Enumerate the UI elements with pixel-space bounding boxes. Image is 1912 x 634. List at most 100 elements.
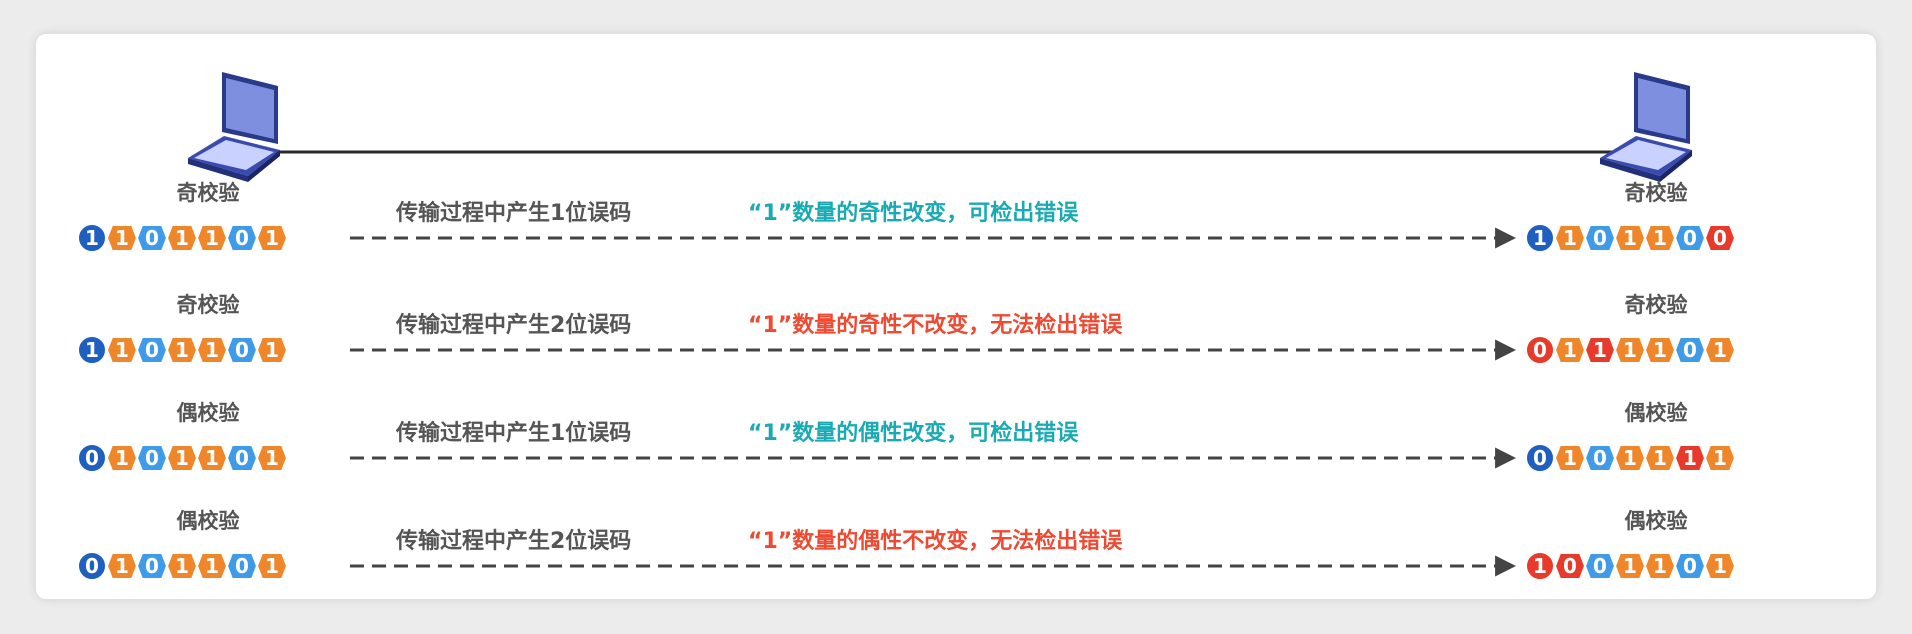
received-bit: 1 bbox=[1643, 444, 1677, 472]
sent-bit: 0 bbox=[135, 444, 169, 472]
sent-bit: 0 bbox=[225, 552, 259, 580]
sent-bit-value: 0 bbox=[145, 446, 159, 470]
sent-bit: 1 bbox=[195, 336, 229, 364]
received-bit: 0 bbox=[1583, 552, 1617, 580]
received-bit: 0 bbox=[1583, 224, 1617, 252]
received-bit: 1 bbox=[1643, 336, 1677, 364]
sent-bit: 1 bbox=[255, 552, 289, 580]
parity-row: 奇校验 奇校验传输过程中产生2位误码 “1”数量的奇性不改变，无法检出错误1 1 0 1 1… bbox=[77, 293, 1737, 365]
received-bit-value: 1 bbox=[1563, 338, 1577, 362]
sent-bit: 1 bbox=[165, 224, 199, 252]
received-bit: 1 bbox=[1553, 224, 1587, 252]
sent-bit-value: 0 bbox=[85, 446, 99, 470]
sent-bit-value: 1 bbox=[265, 338, 279, 362]
received-bit-value: 1 bbox=[1623, 226, 1637, 250]
receiver-check-label: 偶校验 bbox=[1625, 401, 1688, 425]
result-note: “1”数量的偶性不改变，无法检出错误 bbox=[748, 528, 1123, 554]
sent-bit: 1 bbox=[105, 444, 139, 472]
receiver-check-label: 偶校验 bbox=[1625, 509, 1688, 533]
sender-check-label: 奇校验 bbox=[177, 181, 240, 205]
sent-bit-value: 1 bbox=[265, 554, 279, 578]
sent-bit-value: 1 bbox=[115, 554, 129, 578]
received-bit: 1 bbox=[1613, 224, 1647, 252]
receiver-check-label: 奇校验 bbox=[1625, 293, 1688, 317]
received-bit-value: 1 bbox=[1653, 338, 1667, 362]
parity-row: 偶校验 偶校验传输过程中产生1位误码 “1”数量的偶性改变，可检出错误0 1 0 1 1 0 1… bbox=[77, 401, 1737, 473]
received-bit: 1 bbox=[1673, 444, 1707, 472]
transmission-note: 传输过程中产生1位误码 bbox=[395, 200, 631, 226]
sent-bit-value: 1 bbox=[175, 338, 189, 362]
sent-bit: 1 bbox=[195, 552, 229, 580]
sent-bit-value: 0 bbox=[145, 226, 159, 250]
received-bit-value: 0 bbox=[1533, 446, 1547, 470]
sender-check-label: 偶校验 bbox=[177, 509, 240, 533]
sent-bit: 0 bbox=[135, 336, 169, 364]
sent-bit: 0 bbox=[135, 552, 169, 580]
received-bit-value: 1 bbox=[1563, 226, 1577, 250]
received-bit-value: 0 bbox=[1683, 554, 1697, 578]
received-bit: 1 bbox=[1643, 224, 1677, 252]
transmission-note: 传输过程中产生2位误码 bbox=[395, 528, 631, 554]
received-bit: 1 bbox=[1553, 336, 1587, 364]
sent-bit: 1 bbox=[165, 552, 199, 580]
sent-bit-value: 0 bbox=[235, 226, 249, 250]
sent-bit-value: 0 bbox=[85, 554, 99, 578]
sent-bit-value: 0 bbox=[235, 338, 249, 362]
sent-bit-value: 1 bbox=[85, 338, 99, 362]
sent-bit-value: 1 bbox=[205, 226, 219, 250]
result-note: “1”数量的偶性改变，可检出错误 bbox=[748, 420, 1079, 446]
received-bit-value: 0 bbox=[1593, 446, 1607, 470]
received-bit-value: 1 bbox=[1713, 554, 1727, 578]
sent-bit-value: 0 bbox=[235, 554, 249, 578]
received-bit: 1 bbox=[1613, 336, 1647, 364]
sent-bit-value: 1 bbox=[265, 226, 279, 250]
sent-bit: 1 bbox=[255, 444, 289, 472]
transmission-note: 传输过程中产生1位误码 bbox=[395, 420, 631, 446]
sent-bit: 0 bbox=[77, 443, 107, 473]
sent-bit: 0 bbox=[77, 551, 107, 581]
received-bit-value: 1 bbox=[1533, 226, 1547, 250]
sender-check-label: 奇校验 bbox=[177, 293, 240, 317]
sent-bit: 1 bbox=[255, 336, 289, 364]
received-bit-value: 1 bbox=[1653, 554, 1667, 578]
received-bit: 0 bbox=[1525, 335, 1555, 365]
received-bit-value: 1 bbox=[1593, 338, 1607, 362]
sent-bit-value: 1 bbox=[175, 226, 189, 250]
laptop-icon bbox=[188, 72, 280, 182]
received-bit: 1 bbox=[1583, 336, 1617, 364]
sent-bit-value: 0 bbox=[235, 446, 249, 470]
received-bit-value: 1 bbox=[1533, 554, 1547, 578]
received-bit-value: 0 bbox=[1683, 338, 1697, 362]
sent-bit: 0 bbox=[135, 224, 169, 252]
received-bit: 1 bbox=[1525, 551, 1555, 581]
sent-bit-value: 1 bbox=[115, 338, 129, 362]
sent-bit-value: 1 bbox=[85, 226, 99, 250]
rows-layer: 奇校验 奇校验传输过程中产生1位误码 “1”数量的奇性改变，可检出错误1 1 0 1 1 0 1… bbox=[77, 181, 1737, 581]
received-bit: 1 bbox=[1643, 552, 1677, 580]
received-bit-value: 0 bbox=[1713, 226, 1727, 250]
transmission-note: 传输过程中产生2位误码 bbox=[395, 312, 631, 338]
received-bit-value: 0 bbox=[1533, 338, 1547, 362]
sent-bit-value: 0 bbox=[145, 338, 159, 362]
received-bit-value: 1 bbox=[1653, 446, 1667, 470]
received-bit-value: 1 bbox=[1623, 446, 1637, 470]
sent-bit: 0 bbox=[225, 336, 259, 364]
received-bit: 1 bbox=[1703, 444, 1737, 472]
parity-row: 偶校验 偶校验传输过程中产生2位误码 “1”数量的偶性不改变，无法检出错误0 1 0 1 1… bbox=[77, 509, 1737, 581]
sent-bit: 1 bbox=[165, 444, 199, 472]
received-bit-value: 1 bbox=[1623, 554, 1637, 578]
laptop-icon bbox=[1600, 72, 1692, 182]
received-bit-value: 1 bbox=[1653, 226, 1667, 250]
received-bit: 0 bbox=[1673, 552, 1707, 580]
sent-bit: 1 bbox=[255, 224, 289, 252]
parity-row: 奇校验 奇校验传输过程中产生1位误码 “1”数量的奇性改变，可检出错误1 1 0 1 1 0 1… bbox=[77, 181, 1737, 253]
sent-bit: 1 bbox=[195, 224, 229, 252]
received-bit: 1 bbox=[1525, 223, 1555, 253]
received-bit: 0 bbox=[1583, 444, 1617, 472]
received-bit-value: 0 bbox=[1593, 554, 1607, 578]
received-bit-value: 0 bbox=[1563, 554, 1577, 578]
received-bit-value: 1 bbox=[1623, 338, 1637, 362]
sent-bit-value: 1 bbox=[115, 226, 129, 250]
sent-bit: 1 bbox=[77, 223, 107, 253]
received-bit: 0 bbox=[1703, 224, 1737, 252]
